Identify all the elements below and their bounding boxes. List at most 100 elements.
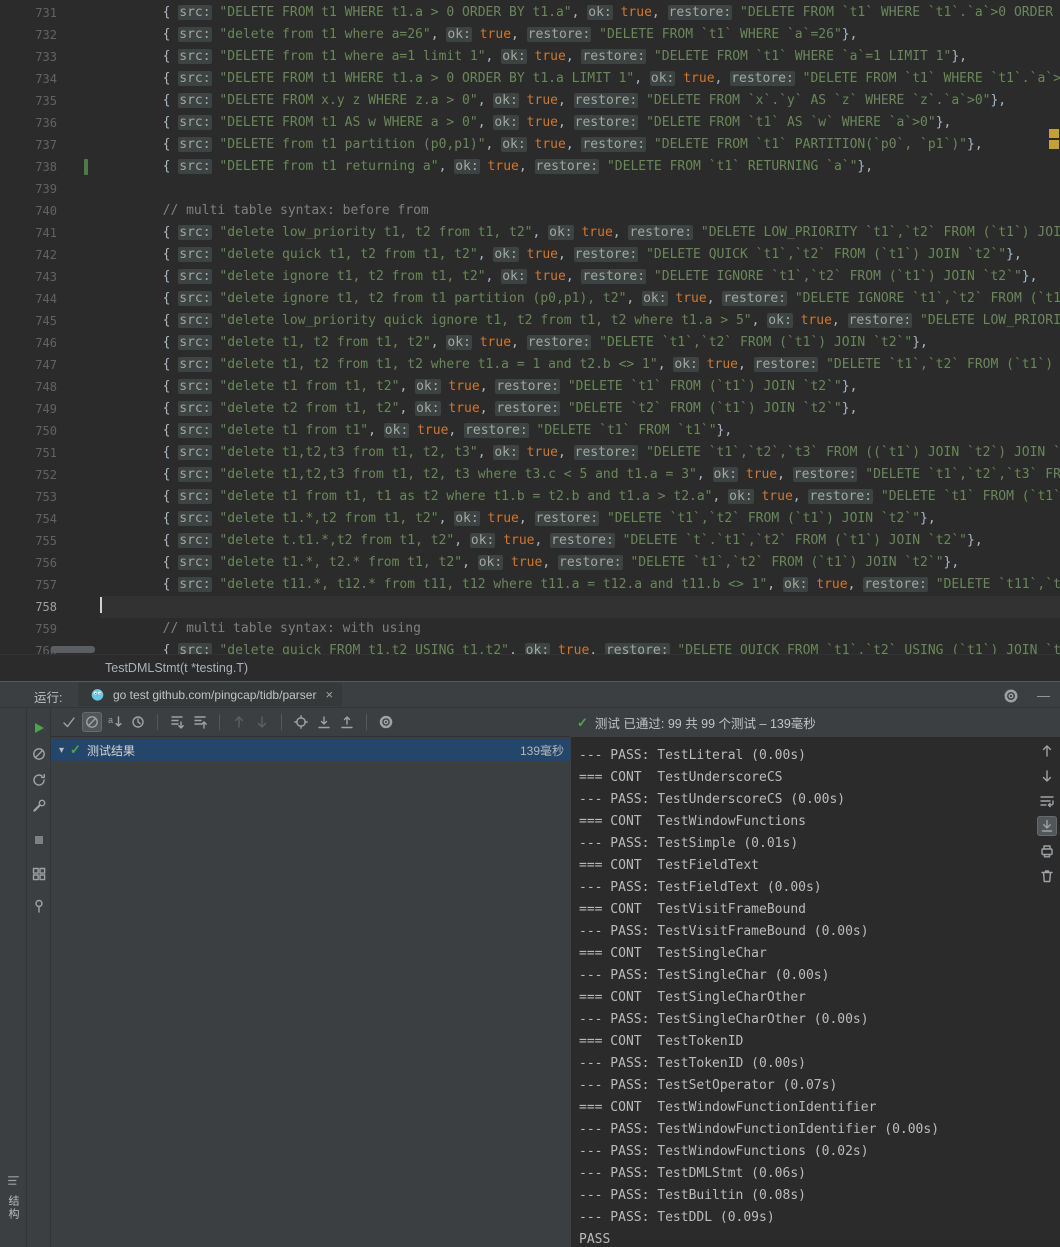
code-line[interactable]: 744 { src: "delete ignore t1, t2 from t1… [0,288,1060,310]
clear-console-button[interactable] [1037,866,1057,886]
collapse-all-button[interactable] [190,712,210,732]
code-line[interactable]: 736 { src: "DELETE FROM t1 AS w WHERE a … [0,112,1060,134]
line-number[interactable]: 746 [0,332,57,354]
chevron-down-icon[interactable]: ▾ [59,745,64,756]
line-number[interactable]: 751 [0,442,57,464]
code-line[interactable]: 750 { src: "delete t1 from t1", ok: true… [0,420,1060,442]
line-number[interactable]: 741 [0,222,57,244]
code-line[interactable]: 732 { src: "delete from t1 where a=26", … [0,24,1060,46]
navigate-with-single-click-button[interactable] [291,712,311,732]
restore-layout-button[interactable] [29,864,49,884]
error-stripe-mark[interactable] [1049,140,1059,149]
code-line[interactable]: 741 { src: "delete low_priority t1, t2 f… [0,222,1060,244]
up-stacktrace-button[interactable] [1037,741,1057,761]
code-line[interactable]: 748 { src: "delete t1 from t1, t2", ok: … [0,376,1060,398]
test-tree[interactable]: ▾ ✓ 测试结果 139毫秒 [51,737,570,1247]
code-line[interactable]: 751 { src: "delete t1,t2,t3 from t1, t2,… [0,442,1060,464]
code-line[interactable]: 758 [0,596,1060,618]
line-number[interactable]: 733 [0,46,57,68]
error-stripe-mark[interactable] [1049,129,1059,138]
line-number[interactable]: 740 [0,200,57,222]
code-line[interactable]: 747 { src: "delete t1, t2 from t1, t2 wh… [0,354,1060,376]
rerun-button[interactable] [29,718,49,738]
code-line[interactable]: 756 { src: "delete t1.*, t2.* from t1, t… [0,552,1060,574]
next-failed-test-button[interactable] [252,712,272,732]
sort-alphabetically-button[interactable]: a [105,712,125,732]
line-number[interactable]: 743 [0,266,57,288]
line-number[interactable]: 744 [0,288,57,310]
code-line[interactable]: 731 { src: "DELETE FROM t1 WHERE t1.a > … [0,2,1060,24]
code-line[interactable]: 746 { src: "delete t1, t2 from t1, t2", … [0,332,1060,354]
print-button[interactable] [1037,841,1057,861]
line-number[interactable]: 758 [0,596,57,618]
line-number[interactable]: 757 [0,574,57,596]
down-stacktrace-button[interactable] [1037,766,1057,786]
export-test-results-button[interactable] [337,712,357,732]
line-number[interactable]: 752 [0,464,57,486]
show-passed-button[interactable] [59,712,79,732]
line-number[interactable]: 749 [0,398,57,420]
code-line[interactable]: 757 { src: "delete t11.*, t12.* from t11… [0,574,1060,596]
code-line[interactable]: 759 // multi table syntax: with using [0,618,1060,640]
line-number[interactable]: 732 [0,24,57,46]
show-ignored-button[interactable] [82,712,102,732]
code-line[interactable]: 755 { src: "delete t.t1.*,t2 from t1, t2… [0,530,1060,552]
line-number[interactable]: 759 [0,618,57,640]
test-runner-settings-button[interactable] [376,712,396,732]
test-settings-wrench-button[interactable] [29,796,49,816]
line-number[interactable]: 742 [0,244,57,266]
code-line[interactable]: 760 { src: "delete quick FROM t1,t2 USIN… [0,640,1060,654]
horizontal-scrollbar[interactable] [51,646,95,653]
line-number[interactable]: 735 [0,90,57,112]
console-output[interactable]: --- PASS: TestLiteral (0.00s)=== CONT Te… [571,737,1060,1247]
structure-tool-button[interactable]: 结构 [5,1195,21,1221]
scroll-to-end-button[interactable] [1037,816,1057,836]
code-line[interactable]: 752 { src: "delete t1,t2,t3 from t1, t2,… [0,464,1060,486]
pin-tab-button[interactable] [29,896,49,916]
line-number[interactable]: 756 [0,552,57,574]
stop-button[interactable] [29,830,49,850]
line-number[interactable]: 745 [0,310,57,332]
rerun-failed-button[interactable] [29,744,49,764]
code-line[interactable]: 737 { src: "DELETE from t1 partition (p0… [0,134,1060,156]
run-tab[interactable]: go test github.com/pingcap/tidb/parser × [78,683,342,706]
breadcrumb[interactable]: TestDMLStmt(t *testing.T) [0,654,1060,681]
line-number[interactable]: 739 [0,178,57,200]
code-line[interactable]: 749 { src: "delete t2 from t1, t2", ok: … [0,398,1060,420]
code-line[interactable]: 754 { src: "delete t1.*,t2 from t1, t2",… [0,508,1060,530]
code-line[interactable]: 738 { src: "DELETE from t1 returning a",… [0,156,1060,178]
expand-all-button[interactable] [167,712,187,732]
line-number[interactable]: 731 [0,2,57,24]
code-line[interactable]: 734 { src: "DELETE FROM t1 WHERE t1.a > … [0,68,1060,90]
code-line[interactable]: 739 [0,178,1060,200]
line-number[interactable]: 736 [0,112,57,134]
settings-gear-icon[interactable] [1001,686,1021,706]
code-line[interactable]: 742 { src: "delete quick t1, t2 from t1,… [0,244,1060,266]
line-number[interactable]: 750 [0,420,57,442]
minimize-icon[interactable]: — [1037,688,1050,704]
code-line[interactable]: 735 { src: "DELETE FROM x.y z WHERE z.a … [0,90,1060,112]
code-line[interactable]: 745 { src: "delete low_priority quick ig… [0,310,1060,332]
code-line[interactable]: 743 { src: "delete ignore t1, t2 from t1… [0,266,1060,288]
test-results-label[interactable]: 测试结果 [87,742,514,759]
line-number[interactable]: 737 [0,134,57,156]
line-number[interactable]: 747 [0,354,57,376]
close-tab-icon[interactable]: × [325,687,333,702]
breadcrumb-context[interactable]: TestDMLStmt(t *testing.T) [105,661,248,675]
code-line[interactable]: 733 { src: "DELETE from t1 where a=1 lim… [0,46,1060,68]
previous-failed-test-button[interactable] [229,712,249,732]
code-editor[interactable]: 731 { src: "DELETE FROM t1 WHERE t1.a > … [0,0,1060,654]
line-number[interactable]: 760 [0,640,57,654]
line-number[interactable]: 748 [0,376,57,398]
import-test-results-button[interactable] [314,712,334,732]
line-number[interactable]: 755 [0,530,57,552]
soft-wrap-button[interactable] [1037,791,1057,811]
line-number[interactable]: 754 [0,508,57,530]
toggle-auto-test-button[interactable] [29,770,49,790]
code-line[interactable]: 740 // multi table syntax: before from [0,200,1060,222]
test-results-row[interactable]: ▾ ✓ 测试结果 139毫秒 [51,739,570,761]
code-line[interactable]: 753 { src: "delete t1 from t1, t1 as t2 … [0,486,1060,508]
sort-by-duration-button[interactable] [128,712,148,732]
line-number[interactable]: 738 [0,156,57,178]
line-number[interactable]: 734 [0,68,57,90]
